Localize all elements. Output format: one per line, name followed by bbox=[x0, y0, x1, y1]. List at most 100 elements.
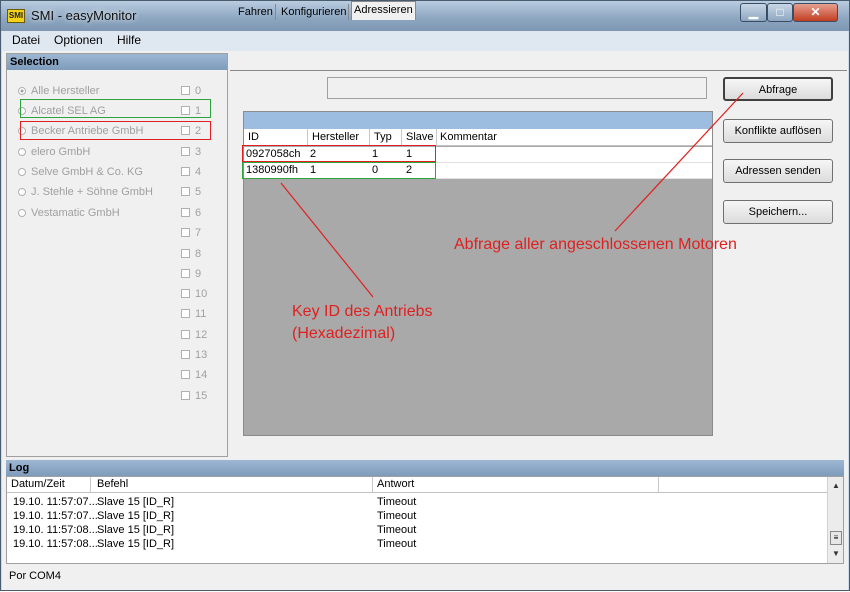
tab-fahren[interactable]: Fahren bbox=[236, 4, 276, 20]
checkbox-icon bbox=[181, 330, 190, 339]
checkbox-icon bbox=[181, 147, 190, 156]
col-id[interactable]: ID bbox=[248, 131, 259, 143]
checkbox-icon bbox=[181, 228, 190, 237]
konflikte-aufloesen-button[interactable]: Konflikte auflösen bbox=[723, 119, 833, 143]
radio-alle-hersteller[interactable]: Alle Hersteller bbox=[18, 85, 99, 97]
tab-adressieren[interactable]: Adressieren bbox=[351, 1, 416, 20]
radio-elero[interactable]: elero GmbH bbox=[18, 146, 90, 158]
tab-konfigurieren[interactable]: Konfigurieren bbox=[279, 4, 350, 20]
close-button[interactable]: ✕ bbox=[793, 3, 838, 22]
col-hersteller[interactable]: Hersteller bbox=[312, 131, 359, 143]
checkbox-9[interactable]: 9 bbox=[181, 268, 201, 280]
radio-selve[interactable]: Selve GmbH & Co. KG bbox=[18, 166, 143, 178]
log-cell-command: Slave 15 [ID_R] bbox=[97, 496, 175, 508]
radio-label: J. Stehle + Söhne GmbH bbox=[31, 186, 153, 198]
menu-bar: Datei Optionen Hilfe bbox=[2, 31, 848, 51]
minimize-button[interactable]: ▁ bbox=[740, 3, 767, 22]
col-slave[interactable]: Slave bbox=[406, 131, 434, 143]
abfrage-button[interactable]: Abfrage bbox=[723, 77, 833, 101]
highlight-alcatel bbox=[20, 99, 211, 118]
checkbox-label: 10 bbox=[195, 288, 208, 300]
status-text-box[interactable] bbox=[327, 77, 707, 99]
checkbox-8[interactable]: 8 bbox=[181, 248, 201, 260]
log-header: Log bbox=[6, 460, 844, 476]
checkbox-10[interactable]: 10 bbox=[181, 288, 207, 300]
checkbox-label: 11 bbox=[195, 308, 207, 320]
checkbox-label: 9 bbox=[195, 268, 202, 280]
scroll-thumb[interactable]: ≡ bbox=[830, 531, 842, 545]
col-typ[interactable]: Typ bbox=[374, 131, 392, 143]
col-separator bbox=[369, 129, 370, 146]
radio-icon bbox=[18, 87, 26, 95]
radio-icon bbox=[18, 168, 26, 176]
checkbox-label: 7 bbox=[195, 227, 202, 239]
checkbox-label: 12 bbox=[195, 329, 208, 341]
title-bar[interactable]: SMI SMI - easyMonitor ▁ □ ✕ bbox=[1, 1, 849, 31]
checkbox-label: 8 bbox=[195, 248, 202, 260]
checkbox-3[interactable]: 3 bbox=[181, 146, 201, 158]
annotation-hexadezimal: (Hexadezimal) bbox=[292, 325, 396, 342]
col-separator bbox=[658, 477, 659, 493]
selection-header: Selection bbox=[7, 54, 227, 70]
checkbox-label: 15 bbox=[195, 390, 208, 402]
checkbox-0[interactable]: 0 bbox=[181, 85, 201, 97]
checkbox-12[interactable]: 12 bbox=[181, 329, 207, 341]
checkbox-label: 14 bbox=[195, 369, 208, 381]
radio-label: Vestamatic GmbH bbox=[31, 207, 120, 219]
highlight-becker bbox=[20, 121, 211, 140]
checkbox-label: 13 bbox=[195, 349, 208, 361]
log-cell-command: Slave 15 [ID_R] bbox=[97, 524, 175, 536]
speichern-button[interactable]: Speichern... bbox=[723, 200, 833, 224]
log-list[interactable]: Datum/Zeit Befehl Antwort 19.10. 11:57:0… bbox=[6, 476, 844, 564]
checkbox-label: 0 bbox=[195, 85, 202, 97]
checkbox-7[interactable]: 7 bbox=[181, 227, 201, 239]
checkbox-15[interactable]: 15 bbox=[181, 390, 207, 402]
checkbox-6[interactable]: 6 bbox=[181, 207, 201, 219]
col-antwort[interactable]: Antwort bbox=[377, 478, 414, 490]
checkbox-icon bbox=[181, 187, 190, 196]
checkbox-icon bbox=[181, 249, 190, 258]
log-cell-answer: Timeout bbox=[377, 524, 417, 536]
log-cell-answer: Timeout bbox=[377, 510, 417, 522]
log-cell-command: Slave 15 [ID_R] bbox=[97, 510, 175, 522]
checkbox-icon bbox=[181, 208, 190, 217]
menu-optionen[interactable]: Optionen bbox=[54, 33, 103, 47]
col-separator bbox=[307, 129, 308, 146]
annotation-key-id: Key ID des Antriebs bbox=[292, 303, 433, 320]
radio-icon bbox=[18, 188, 26, 196]
col-separator bbox=[90, 477, 91, 493]
grid-caption-bar bbox=[244, 112, 712, 129]
log-cell-answer: Timeout bbox=[377, 538, 417, 550]
checkbox-icon bbox=[181, 370, 190, 379]
checkbox-icon bbox=[181, 269, 190, 278]
checkbox-11[interactable]: 11 bbox=[181, 308, 206, 320]
checkbox-icon bbox=[181, 391, 190, 400]
col-befehl[interactable]: Befehl bbox=[97, 478, 128, 490]
checkbox-14[interactable]: 14 bbox=[181, 369, 207, 381]
col-kommentar[interactable]: Kommentar bbox=[440, 131, 497, 143]
adressen-senden-button[interactable]: Adressen senden bbox=[723, 159, 833, 183]
maximize-button[interactable]: □ bbox=[767, 3, 793, 22]
checkbox-icon bbox=[181, 167, 190, 176]
highlight-row-1 bbox=[242, 145, 436, 162]
radio-stehle[interactable]: J. Stehle + Söhne GmbH bbox=[18, 186, 153, 198]
menu-hilfe[interactable]: Hilfe bbox=[117, 33, 141, 47]
status-bar: Por COM4 bbox=[6, 567, 844, 587]
log-cell-time: 19.10. 11:57:07... bbox=[13, 496, 98, 508]
window-title: SMI - easyMonitor bbox=[31, 8, 137, 23]
log-scrollbar[interactable]: ▲ ≡ ▼ bbox=[827, 477, 843, 563]
scroll-down-icon[interactable]: ▼ bbox=[832, 549, 840, 558]
menu-datei[interactable]: Datei bbox=[12, 33, 40, 47]
radio-vestamatic[interactable]: Vestamatic GmbH bbox=[18, 207, 120, 219]
scroll-up-icon[interactable]: ▲ bbox=[832, 481, 840, 490]
checkbox-label: 4 bbox=[195, 166, 202, 178]
checkbox-icon bbox=[181, 86, 190, 95]
checkbox-icon bbox=[181, 309, 190, 318]
smi-logo-icon: SMI bbox=[7, 9, 25, 23]
col-datum-zeit[interactable]: Datum/Zeit bbox=[11, 478, 65, 490]
checkbox-13[interactable]: 13 bbox=[181, 349, 207, 361]
radio-icon bbox=[18, 148, 26, 156]
checkbox-4[interactable]: 4 bbox=[181, 166, 201, 178]
main-window: SMI SMI - easyMonitor ▁ □ ✕ Datei Option… bbox=[0, 0, 850, 591]
checkbox-5[interactable]: 5 bbox=[181, 186, 201, 198]
